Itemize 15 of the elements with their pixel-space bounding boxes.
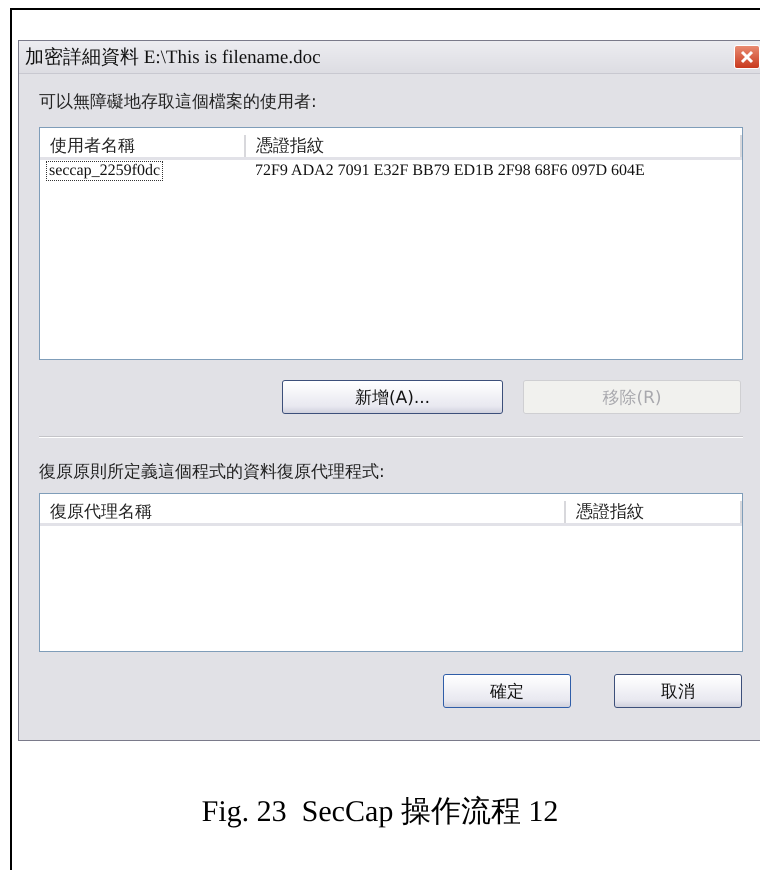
column-header[interactable]: 使用者名稱 xyxy=(40,135,246,157)
table-cell[interactable]: 72F9 ADA2 7091 E32F BB79 ED1B 2F98 68F6 097D 604E xyxy=(252,161,648,181)
column-header[interactable]: 憑證指紋 xyxy=(566,501,742,523)
figure-caption: Fig. 23 SecCap 操作流程 12 xyxy=(200,794,560,830)
window-title: 加密詳細資料 E:\This is filename.doc xyxy=(25,46,321,70)
cancel-button[interactable]: 取消 xyxy=(614,674,742,708)
add-button[interactable]: 新增(A)... xyxy=(282,380,503,414)
close-icon xyxy=(740,50,754,64)
column-header[interactable]: 憑證指紋 xyxy=(246,135,742,157)
users-label: 可以無障礙地存取這個檔案的使用者: xyxy=(39,91,318,113)
table-cell[interactable]: seccap_2259f0dc xyxy=(46,161,164,181)
agents-label: 復原原則所定義這個程式的資料復原代理程式: xyxy=(39,461,386,483)
close-button[interactable] xyxy=(734,45,760,69)
column-header[interactable]: 復原代理名稱 xyxy=(40,501,566,523)
ok-button[interactable]: 確定 xyxy=(443,674,571,708)
